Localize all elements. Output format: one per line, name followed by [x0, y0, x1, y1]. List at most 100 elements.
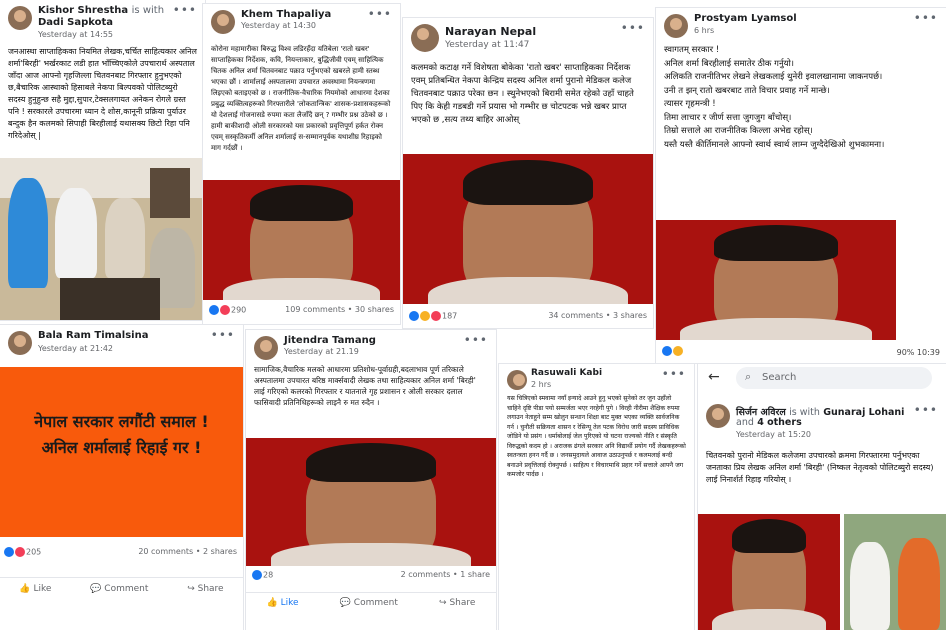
share-button[interactable]: ↪ Share [439, 598, 475, 608]
and-text: and [736, 417, 754, 428]
comment-button[interactable]: 💬 Comment [340, 598, 398, 608]
author-name[interactable]: Narayan Nepal [445, 25, 536, 38]
comment-button[interactable]: 💬 Comment [90, 584, 148, 594]
post-photo[interactable] [246, 438, 496, 566]
post-photo[interactable] [698, 514, 840, 630]
avatar[interactable] [8, 6, 32, 30]
comment-share-count[interactable]: 2 comments • 1 share [401, 570, 490, 579]
post-photo[interactable] [403, 154, 653, 304]
more-options-icon[interactable]: ••• [914, 11, 938, 25]
like-reaction-icon [4, 547, 14, 557]
action-bar: 👍 Like 💬 Comment ↪ Share [0, 577, 243, 594]
more-options-icon[interactable]: ••• [464, 333, 488, 347]
post-header: Rasuwali Kabi 2 hrs ••• [499, 364, 694, 394]
post-text: सामाजिक,वैचारिक मलको आधारमा प्रतिशोध-पूर… [254, 365, 479, 407]
post-text: यस चित्रिएको स्मवामा नयाँ इन्यादे आउने ह… [507, 395, 688, 478]
reaction-summary[interactable]: 205 [4, 547, 41, 557]
others-link[interactable]: 4 others [757, 417, 802, 428]
post-text: चितवनको पुरानो मेडिकल कलेजमा उपचारको क्र… [706, 451, 936, 484]
love-reaction-icon [220, 305, 230, 315]
post-kishor: Kishor Shrestha is with Dadi Sapkota Yes… [0, 0, 205, 320]
search-bar[interactable]: ⌕ Search [736, 367, 932, 389]
post-text: कोरोना महामारीका बिरुद्ध विश्व लडिरहँदा … [211, 45, 393, 152]
more-options-icon[interactable]: ••• [662, 367, 686, 381]
tagged-name[interactable]: Gunaraj Lohani [823, 407, 904, 418]
post-header: सिर्जन अविरल is with Gunaraj Lohani and … [698, 400, 946, 444]
sad-reaction-icon [673, 346, 683, 356]
post-rasuwali: Rasuwali Kabi 2 hrs ••• यस चित्रिएको स्म… [499, 364, 694, 630]
reaction-summary[interactable]: 290 [209, 305, 246, 315]
author-name[interactable]: Bala Ram Timalsina [38, 330, 148, 341]
post-header: Kishor Shrestha is with Dadi Sapkota Yes… [0, 0, 205, 40]
group-photo[interactable] [844, 514, 946, 630]
post-jitendra: Jitendra Tamang Yesterday at 21.19 ••• स… [246, 330, 496, 630]
like-reaction-icon [209, 305, 219, 315]
author-name[interactable]: Prostyam Lyamsol [694, 13, 797, 24]
love-reaction-icon [15, 547, 25, 557]
others-text[interactable]: and 4 others [736, 417, 802, 428]
search-icon: ⌕ [745, 370, 752, 383]
comment-share-count[interactable]: 109 comments • 30 shares [285, 305, 394, 314]
comment-share-count[interactable]: 34 comments • 3 shares [548, 311, 647, 320]
like-button[interactable]: 👍 Like [19, 584, 51, 594]
more-options-icon[interactable]: ••• [211, 328, 235, 342]
like-reaction-icon [662, 346, 672, 356]
post-photo[interactable] [656, 220, 896, 340]
tagged-name[interactable]: Dadi Sapkota [38, 17, 113, 28]
with-text: is with [131, 5, 165, 16]
post-header: Narayan Nepal Yesterday at 11:47 ••• [403, 18, 653, 62]
author-name[interactable]: Kishor Shrestha is with [38, 5, 164, 16]
more-options-icon[interactable]: ••• [914, 403, 938, 417]
author-link[interactable]: Kishor Shrestha [38, 5, 128, 16]
action-bar: 👍 Like 💬 Comment ↪ Share [246, 592, 496, 608]
avatar[interactable] [8, 331, 32, 355]
post-header: Prostyam Lyamsol 6 hrs ••• [656, 8, 946, 44]
post-photo[interactable] [203, 180, 400, 300]
post-prostyam: Prostyam Lyamsol 6 hrs ••• स्वागतम् सरका… [656, 8, 946, 363]
protest-banner[interactable]: नेपाल सरकार लगौंटी समाल ! अनिल शर्मालाई … [0, 367, 243, 537]
reaction-count: 187 [442, 311, 458, 321]
avatar[interactable] [507, 370, 527, 390]
timestamp[interactable]: Yesterday at 21.19 [284, 347, 359, 356]
post-header: Bala Ram Timalsina Yesterday at 21:42 ••… [0, 325, 243, 365]
author-name[interactable]: Jitendra Tamang [284, 335, 376, 346]
group-photo[interactable] [0, 158, 205, 320]
avatar[interactable] [411, 24, 439, 52]
like-button[interactable]: 👍 Like [267, 598, 299, 608]
banner-text: नेपाल सरकार लगौंटी समाल ! अनिल शर्मालाई … [34, 412, 209, 457]
timestamp[interactable]: 6 hrs [694, 26, 714, 35]
comment-share-count[interactable]: 20 comments • 2 shares [138, 547, 237, 556]
timestamp[interactable]: Yesterday at 21:42 [38, 344, 113, 353]
timestamp[interactable]: Yesterday at 11:47 [445, 40, 529, 50]
post-narayan: Narayan Nepal Yesterday at 11:47 ••• कलम… [403, 18, 653, 328]
reaction-count: 205 [26, 547, 42, 557]
reaction-summary[interactable]: 187 [409, 311, 457, 321]
more-options-icon[interactable]: ••• [368, 7, 392, 21]
avatar[interactable] [254, 336, 278, 360]
post-khem: Khem Thapaliya Yesterday at 14:30 ••• को… [203, 4, 400, 324]
author-name[interactable]: Rasuwali Kabi [531, 368, 602, 378]
reaction-count: 28 [263, 570, 274, 580]
avatar[interactable] [664, 14, 688, 38]
timestamp[interactable]: 2 hrs [531, 380, 551, 389]
post-text: कलमको कटाक्ष गर्ने विशेषता बोकेका 'रातो … [411, 63, 637, 125]
share-button[interactable]: ↪ Share [187, 584, 223, 594]
reaction-count: 290 [231, 305, 247, 315]
post-text: स्वागतम् सरकार ! अनिल शर्मा बिरहीलाई समा… [664, 45, 885, 150]
timestamp[interactable]: Yesterday at 15:20 [736, 430, 811, 439]
post-header: Jitendra Tamang Yesterday at 21.19 ••• [246, 330, 496, 364]
more-options-icon[interactable]: ••• [173, 3, 197, 17]
avatar[interactable] [706, 404, 730, 428]
timestamp[interactable]: Yesterday at 14:30 [241, 21, 316, 30]
post-sirjan: ← ⌕ Search सिर्जन अविरल is with Gunaraj … [698, 364, 946, 630]
back-arrow-icon[interactable]: ← [708, 369, 720, 385]
more-options-icon[interactable]: ••• [621, 21, 645, 35]
like-reaction-icon [409, 311, 419, 321]
post-text: जनआस्था साप्ताहिकका नियमित लेखक,चर्चित स… [8, 47, 200, 140]
reaction-summary[interactable] [662, 346, 684, 356]
avatar[interactable] [211, 10, 235, 34]
reaction-summary[interactable]: 28 [252, 570, 273, 580]
sad-reaction-icon [420, 311, 430, 321]
author-name[interactable]: Khem Thapaliya [241, 9, 331, 20]
timestamp[interactable]: Yesterday at 14:55 [38, 30, 113, 39]
